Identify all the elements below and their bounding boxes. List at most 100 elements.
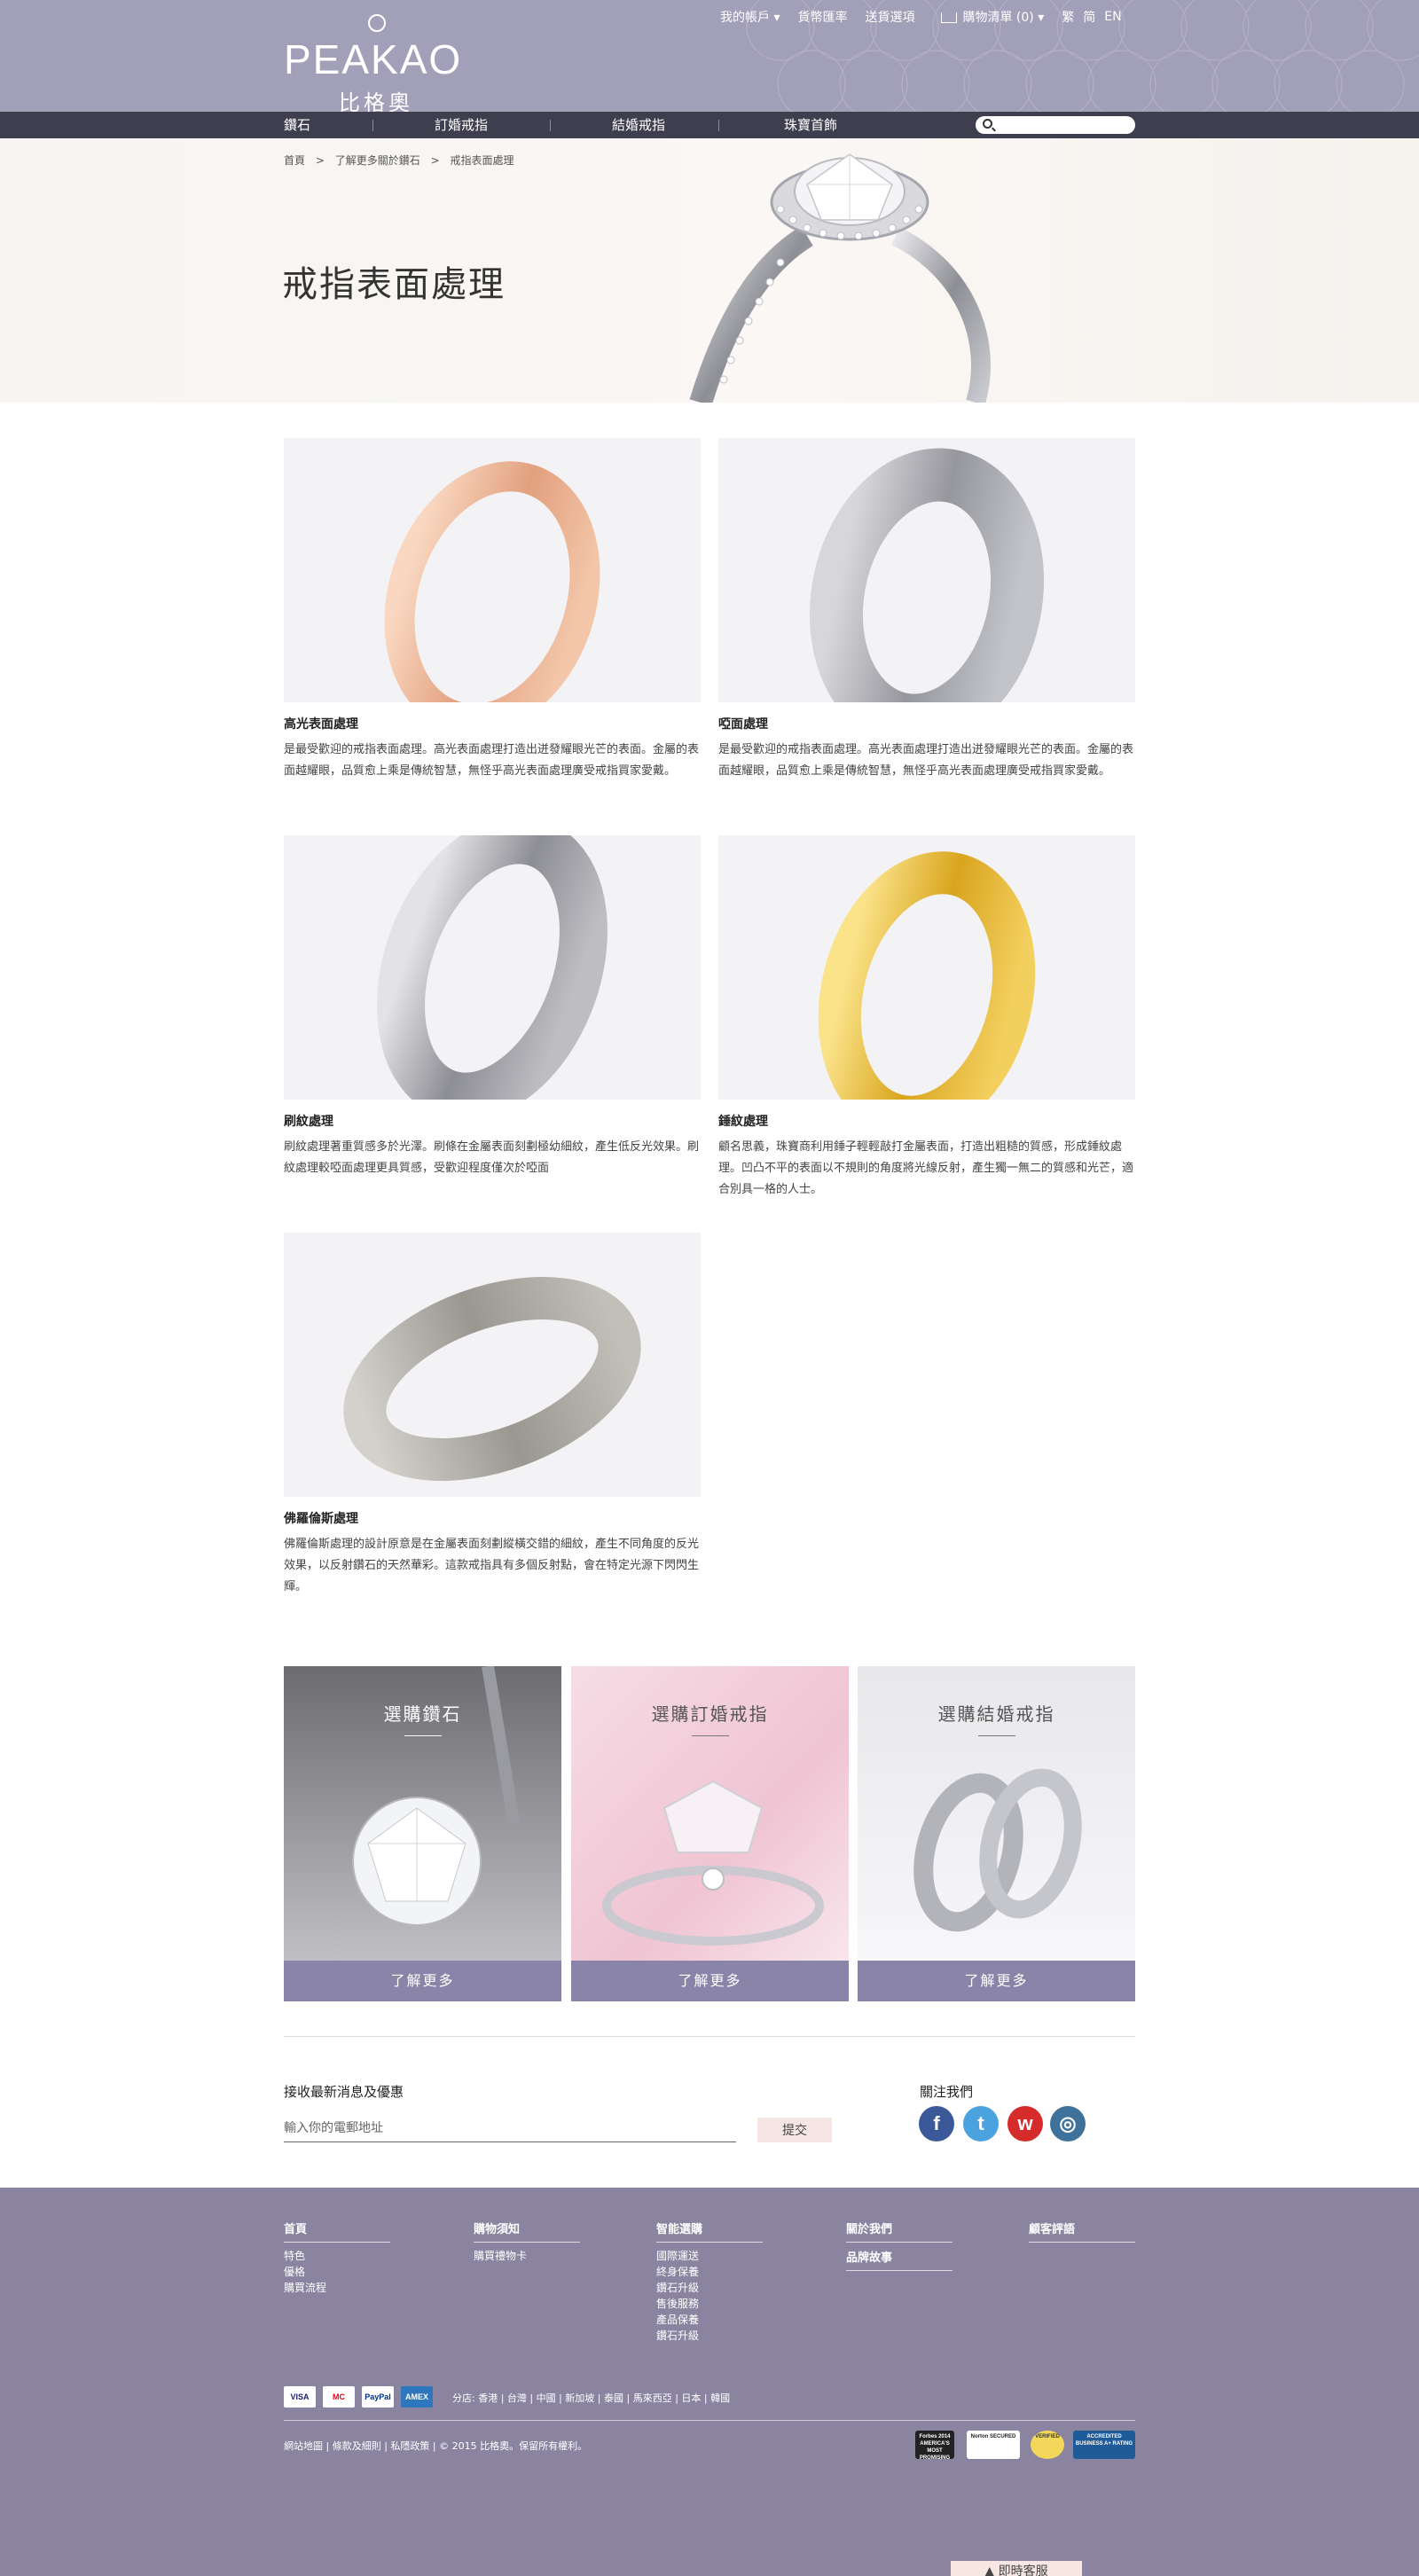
footer-link[interactable]: 鑽石升級 xyxy=(656,2280,763,2296)
promo-title: 選購訂婚戒指 xyxy=(651,1703,769,1725)
footer-link[interactable]: 終身保養 xyxy=(656,2264,763,2280)
nav-wedding-rings[interactable]: 結婚戒指 xyxy=(612,112,665,138)
footer-link[interactable]: 特色 xyxy=(284,2248,390,2264)
footer-link[interactable]: 鑽石升級 xyxy=(656,2328,763,2344)
finish-card-matte: 啞面處理 是最受歡迎的戒指表面處理。高光表面處理打造出迸發耀眼光芒的表面。金屬的… xyxy=(718,438,1135,782)
footer-link[interactable]: 產品保養 xyxy=(656,2312,763,2328)
facebook-icon[interactable]: f xyxy=(919,2106,954,2141)
finish-description: 是最受歡迎的戒指表面處理。高光表面處理打造出迸發耀眼光芒的表面。金屬的表面越耀眼… xyxy=(284,743,700,778)
nav-diamonds[interactable]: 鑽石 xyxy=(284,112,310,138)
promo-title: 選購鑽石 xyxy=(383,1703,462,1725)
finish-card-florentine: 佛羅倫斯處理 佛羅倫斯處理的設計原意是在金屬表面刻劃縱橫交錯的細紋，產生不同角度… xyxy=(284,1233,701,1598)
footer-link[interactable]: 售後服務 xyxy=(656,2296,763,2312)
breadcrumb-home[interactable]: 首頁 xyxy=(284,154,305,167)
footer-link[interactable]: 國際運送 xyxy=(656,2248,763,2264)
finish-title: 錘紋處理 xyxy=(718,1115,768,1129)
visa-icon: VISA xyxy=(284,2386,316,2408)
footer-link[interactable]: 購買流程 xyxy=(284,2280,390,2296)
paypal-icon: PayPal xyxy=(362,2386,394,2408)
promo-diamonds[interactable]: 選購鑽石 了解更多 xyxy=(284,1666,561,2001)
site-header: PEAKAO 比格奧 我的帳戶 ▾ 貨幣匯率 送貨選項 購物清單 (0) ▾ 繁… xyxy=(0,0,1419,112)
norton-badge-icon: Norton SECURED xyxy=(967,2431,1020,2459)
footer-link[interactable]: 購買禮物卡 xyxy=(474,2248,580,2264)
brand-logo[interactable]: PEAKAO 比格奧 xyxy=(284,12,479,112)
forbes-badge-icon: Forbes 2014 AMERICA'S MOST PROMISING COM… xyxy=(915,2431,954,2459)
utility-nav: 我的帳戶 ▾ 貨幣匯率 送貨選項 購物清單 (0) ▾ 繁 简 EN xyxy=(720,7,1140,27)
instagram-icon[interactable]: ◎ xyxy=(1050,2106,1086,2141)
nav-divider xyxy=(372,120,373,131)
breadcrumb-learn-diamonds[interactable]: 了解更多關於鑽石 xyxy=(335,154,420,167)
learn-more-button[interactable]: 了解更多 xyxy=(284,1961,561,2001)
footer-link[interactable]: 優格 xyxy=(284,2264,390,2280)
main-nav: 鑽石 訂婚戒指 結婚戒指 珠寶首飾 xyxy=(0,112,1419,138)
footer-heading[interactable]: 購物須知 xyxy=(474,2220,580,2243)
search-icon[interactable] xyxy=(983,119,992,129)
promo-underline xyxy=(404,1735,442,1736)
footer-heading-brand-story[interactable]: 品牌故事 xyxy=(846,2243,953,2271)
footer-column-home: 首頁 特色 優格 購買流程 xyxy=(284,2220,390,2296)
finish-title: 高光表面處理 xyxy=(284,717,358,732)
site-footer: 首頁 特色 優格 購買流程 購物須知 購買禮物卡 智能選購 國際運送 終身保養 … xyxy=(0,2188,1419,2576)
bbb-badge-icon: ACCREDITED BUSINESS A+ RATING xyxy=(1073,2431,1135,2459)
email-input[interactable] xyxy=(284,2114,736,2142)
logo-wordmark: PEAKAO xyxy=(284,36,463,82)
nav-jewellery[interactable]: 珠寶首飾 xyxy=(784,112,837,138)
breadcrumb-current: 戒指表面處理 xyxy=(450,154,514,167)
finish-title: 佛羅倫斯處理 xyxy=(284,1512,358,1526)
breadcrumb-separator: > xyxy=(430,154,440,167)
matte-ring-image xyxy=(718,438,1135,702)
lang-simplified[interactable]: 简 xyxy=(1083,8,1095,26)
cart-link[interactable]: 購物清單 (0) ▾ xyxy=(941,8,1044,26)
lang-english[interactable]: EN xyxy=(1104,10,1121,24)
submit-button[interactable]: 提交 xyxy=(757,2118,832,2142)
finish-description: 佛羅倫斯處理的設計原意是在金屬表面刻劃縱橫交錯的細紋，產生不同角度的反光效果，以… xyxy=(284,1538,700,1593)
finish-card-polished: 高光表面處理 是最受歡迎的戒指表面處理。高光表面處理打造出迸發耀眼光芒的表面。金… xyxy=(284,438,701,782)
lang-traditional[interactable]: 繁 xyxy=(1062,8,1074,26)
newsletter-label: 接收最新消息及優惠 xyxy=(284,2084,404,2100)
verified-badge-icon: VERIFIED xyxy=(1031,2431,1064,2459)
cart-icon xyxy=(941,12,958,23)
finish-description: 刷紋處理著重質感多於光澤。刷條在金屬表面刻劃極幼細紋，產生低反光效果。刷紋處理較… xyxy=(284,1140,700,1175)
nav-engagement-rings[interactable]: 訂婚戒指 xyxy=(435,112,488,138)
footer-heading[interactable]: 關於我們 xyxy=(846,2220,953,2243)
account-menu[interactable]: 我的帳戶 ▾ xyxy=(720,8,780,26)
footer-heading[interactable]: 顧客評語 xyxy=(1029,2220,1135,2243)
footer-column-smart-buy: 智能選購 國際運送 終身保養 鑽石升級 售後服務 產品保養 鑽石升級 xyxy=(656,2220,763,2344)
mastercard-icon: MC xyxy=(323,2386,355,2408)
nav-divider xyxy=(718,120,719,131)
diamond-icon xyxy=(368,14,386,32)
florentine-ring-image xyxy=(284,1233,701,1497)
footer-column-reviews: 顧客評語 xyxy=(1029,2220,1135,2243)
hammered-ring-image xyxy=(718,835,1135,1100)
finish-description: 顧名思義，珠寶商利用錘子輕輕敲打金屬表面，打造出粗糙的質感，形成錘紋處理。凹凸不… xyxy=(718,1140,1134,1196)
legal-links[interactable]: 網站地圖 | 條款及細則 | 私隱政策 | © 2015 比格奧。保留所有權利。 xyxy=(284,2439,587,2453)
currency-link[interactable]: 貨幣匯率 xyxy=(797,8,847,26)
hero-banner: 首頁 > 了解更多關於鑽石 > 戒指表面處理 戒指表面處理 xyxy=(0,138,1419,403)
finish-title: 刷紋處理 xyxy=(284,1115,333,1129)
promo-engagement-rings[interactable]: 選購訂婚戒指 了解更多 xyxy=(571,1666,849,2001)
breadcrumb: 首頁 > 了解更多關於鑽石 > 戒指表面處理 xyxy=(284,153,521,168)
live-chat-button[interactable]: ▲ 即時客服 xyxy=(951,2561,1082,2576)
footer-column-shopping: 購物須知 購買禮物卡 xyxy=(474,2220,580,2264)
twitter-icon[interactable]: t xyxy=(963,2106,999,2141)
breadcrumb-separator: > xyxy=(315,154,325,167)
learn-more-button[interactable]: 了解更多 xyxy=(571,1961,849,2001)
hero-ring-image xyxy=(689,153,991,403)
finish-description: 是最受歡迎的戒指表面處理。高光表面處理打造出迸發耀眼光芒的表面。金屬的表面越耀眼… xyxy=(718,743,1134,778)
amex-icon: AMEX xyxy=(401,2386,433,2408)
nav-divider xyxy=(550,120,551,131)
footer-heading[interactable]: 首頁 xyxy=(284,2220,390,2243)
weibo-icon[interactable]: w xyxy=(1007,2106,1043,2141)
finish-card-brushed: 刷紋處理 刷紋處理著重質感多於光澤。刷條在金屬表面刻劃極幼細紋，產生低反光效果。… xyxy=(284,835,701,1179)
footer-divider xyxy=(284,2420,1135,2421)
page-title: 戒指表面處理 xyxy=(282,264,506,305)
delivery-link[interactable]: 送貨選項 xyxy=(865,8,914,26)
brushed-ring-image xyxy=(284,835,701,1100)
logo-chinese-name: 比格奧 xyxy=(339,90,413,112)
cart-label: 購物清單 (0) ▾ xyxy=(962,11,1045,25)
promo-underline xyxy=(692,1735,729,1736)
search-input[interactable] xyxy=(976,116,1135,134)
footer-heading[interactable]: 智能選購 xyxy=(656,2220,763,2243)
learn-more-button[interactable]: 了解更多 xyxy=(858,1961,1135,2001)
promo-wedding-rings[interactable]: 選購結婚戒指 了解更多 xyxy=(858,1666,1135,2001)
